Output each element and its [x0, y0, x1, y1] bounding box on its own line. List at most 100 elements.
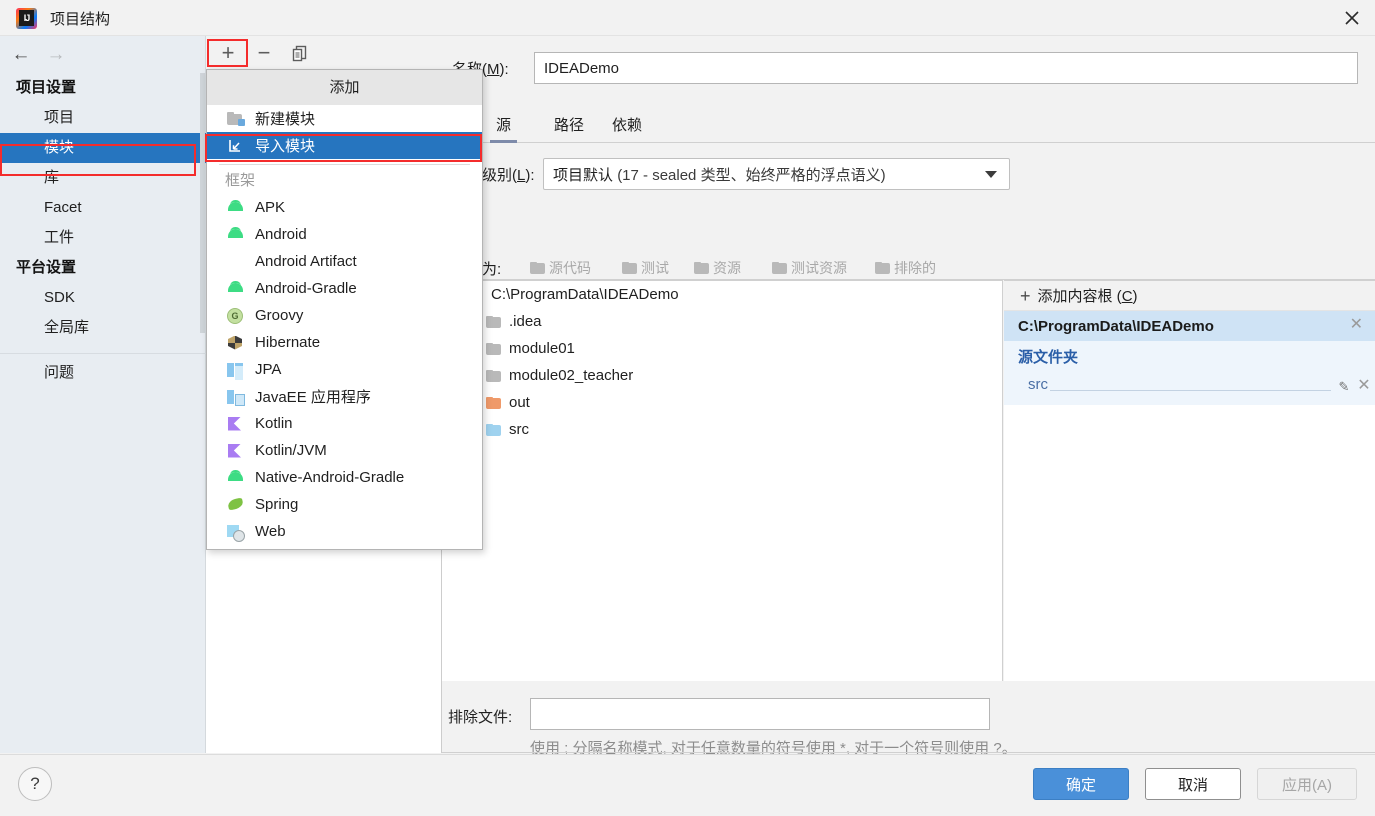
ok-button[interactable]: 确定	[1033, 768, 1129, 800]
tree-row[interactable]: module02_teacher	[442, 362, 1002, 389]
cancel-button[interactable]: 取消	[1145, 768, 1241, 800]
tree-item-label: module01	[509, 340, 575, 357]
add-module-button[interactable]: +	[214, 40, 242, 66]
sidebar-item-global-libraries[interactable]: 全局库	[0, 313, 206, 343]
folder-resource-icon	[694, 262, 709, 274]
folder-source-root-icon	[486, 423, 501, 436]
mark-as-resources-button[interactable]: 资源	[694, 256, 741, 280]
menu-item-android-gradle[interactable]: Android-Gradle	[207, 275, 482, 302]
menu-item-label: 导入模块	[255, 138, 316, 155]
menu-item-groovy[interactable]: G Groovy	[207, 302, 482, 329]
sidebar-item-facet[interactable]: Facet	[0, 193, 206, 223]
add-content-root-label: 添加内容根 (C)	[1037, 288, 1138, 305]
sidebar-item-problems[interactable]: 问题	[0, 358, 206, 388]
menu-item-label: Android Artifact	[255, 253, 357, 270]
language-level-select[interactable]: 项目默认 (17 - sealed 类型、始终严格的浮点语义)	[543, 158, 1010, 190]
menu-item-hibernate[interactable]: Hibernate	[207, 329, 482, 356]
menu-item-label: Web	[255, 523, 286, 540]
add-module-menu: 添加 新建模块 导入模块 框架 APK Android Android Arti…	[206, 69, 483, 550]
menu-item-web[interactable]: Web	[207, 518, 482, 545]
window-title: 项目结构	[50, 11, 111, 28]
menu-item-native-android-gradle[interactable]: Native-Android-Gradle	[207, 464, 482, 491]
entry-separator-line	[1050, 376, 1331, 391]
import-module-icon	[227, 139, 245, 153]
folder-test-resource-icon	[772, 262, 787, 274]
title-bar: 项目结构	[0, 0, 1375, 36]
language-level-row: 语言级别(L): 项目默认 (17 - sealed 类型、始终严格的浮点语义)	[442, 158, 1375, 190]
tab-dependencies[interactable]: 依赖	[606, 114, 648, 143]
sidebar-item-project[interactable]: 项目	[0, 103, 206, 133]
remove-content-root-icon[interactable]: ✕	[1350, 317, 1363, 333]
mark-as-test-resources-button[interactable]: 测试资源	[772, 256, 847, 280]
menu-group-frameworks: 框架	[225, 172, 256, 189]
intellij-idea-logo-icon	[16, 8, 37, 29]
menu-item-android-artifact[interactable]: Android Artifact	[207, 248, 482, 275]
menu-item-new-module[interactable]: 新建模块	[207, 105, 482, 132]
mark-as-sources-button[interactable]: 源代码	[530, 256, 591, 280]
tree-item-label: out	[509, 394, 530, 411]
module-name-row: 名称(M):	[442, 52, 1375, 84]
folder-test-icon	[622, 262, 637, 274]
menu-item-android[interactable]: Android	[207, 221, 482, 248]
sidebar-nav: ← →	[0, 36, 206, 71]
tab-paths[interactable]: 路径	[548, 114, 590, 143]
tab-sources[interactable]: 源	[490, 114, 518, 143]
menu-item-import-module[interactable]: 导入模块	[207, 132, 482, 159]
copy-module-button[interactable]	[286, 40, 314, 66]
module-toolbar: + −	[206, 36, 442, 71]
project-structure-dialog: 项目结构 ← → 项目设置 项目 模块 库 Facet 工件 平台设置 SDK …	[0, 0, 1375, 816]
menu-item-spring[interactable]: Spring	[207, 491, 482, 518]
sidebar-item-libraries[interactable]: 库	[0, 163, 206, 193]
sidebar-item-sdk[interactable]: SDK	[0, 283, 206, 313]
menu-item-kotlin[interactable]: Kotlin	[207, 410, 482, 437]
navigate-back-button[interactable]: ←	[10, 44, 32, 64]
folder-icon	[486, 342, 501, 355]
content-root-item[interactable]: C:\ProgramData\IDEADemo ✕	[1004, 311, 1375, 341]
close-window-button[interactable]	[1329, 0, 1375, 36]
menu-item-label: Kotlin/JVM	[255, 442, 327, 459]
module-name-input[interactable]	[534, 52, 1358, 84]
help-button[interactable]: ?	[18, 767, 52, 801]
menu-item-label: Native-Android-Gradle	[255, 469, 405, 486]
menu-divider	[219, 164, 470, 165]
menu-item-label: JPA	[255, 361, 282, 378]
close-icon	[1345, 11, 1359, 25]
sidebar-scrollbar[interactable]	[200, 73, 205, 333]
mark-as-excluded-button[interactable]: 排除的	[875, 256, 936, 280]
remove-module-button[interactable]: −	[250, 40, 278, 66]
folder-icon	[486, 315, 501, 328]
add-menu-title: 添加	[207, 70, 482, 105]
tree-item-label: .idea	[509, 313, 542, 330]
tree-row[interactable]: out	[442, 389, 1002, 416]
menu-item-jpa[interactable]: JPA	[207, 356, 482, 383]
mark-as-tests-button[interactable]: 测试	[622, 256, 669, 280]
menu-item-label: Groovy	[255, 307, 304, 324]
content-tree[interactable]: C:\ProgramData\IDEADemo .idea module01 m…	[442, 280, 1003, 681]
tree-row[interactable]: C:\ProgramData\IDEADemo	[442, 281, 1002, 308]
exclude-files-label: 排除文件:	[448, 709, 513, 726]
chevron-down-icon	[985, 171, 997, 178]
folder-source-icon	[530, 262, 545, 274]
remove-source-folder-icon[interactable]: ✕	[1353, 375, 1375, 395]
apply-button[interactable]: 应用(A)	[1257, 768, 1357, 800]
source-folder-entry[interactable]: src ✎ ✕	[1004, 369, 1375, 395]
sidebar-item-artifacts[interactable]: 工件	[0, 223, 206, 253]
tree-row[interactable]: module01	[442, 335, 1002, 362]
tree-row[interactable]: src	[442, 416, 1002, 443]
sidebar-item-modules[interactable]: 模块	[0, 133, 213, 163]
add-content-root-button[interactable]: + 添加内容根 (C)	[1004, 281, 1375, 311]
tree-row[interactable]: .idea	[442, 308, 1002, 335]
sidebar-list: 项目设置 项目 模块 库 Facet 工件 平台设置 SDK 全局库 问题	[0, 73, 213, 388]
menu-item-kotlin-jvm[interactable]: Kotlin/JVM	[207, 437, 482, 464]
module-detail-pane: 名称(M): 源 路径 依赖 语言级别(L): 项目默认 (17 - seale…	[442, 36, 1375, 757]
menu-item-apk[interactable]: APK	[207, 194, 482, 221]
menu-item-label: Spring	[255, 496, 299, 513]
exclude-files-input[interactable]	[530, 698, 990, 730]
menu-item-javaee-application[interactable]: JavaEE 应用程序	[207, 383, 482, 410]
folder-excluded-icon	[875, 262, 890, 274]
content-root-panel: + 添加内容根 (C) C:\ProgramData\IDEADemo ✕ 源文…	[1004, 280, 1375, 681]
navigate-forward-button[interactable]: →	[45, 44, 67, 64]
sidebar-group-project-settings: 项目设置	[16, 79, 77, 96]
pencil-icon[interactable]: ✎	[1335, 379, 1353, 395]
exclude-files-row: 排除文件:	[442, 698, 1003, 734]
